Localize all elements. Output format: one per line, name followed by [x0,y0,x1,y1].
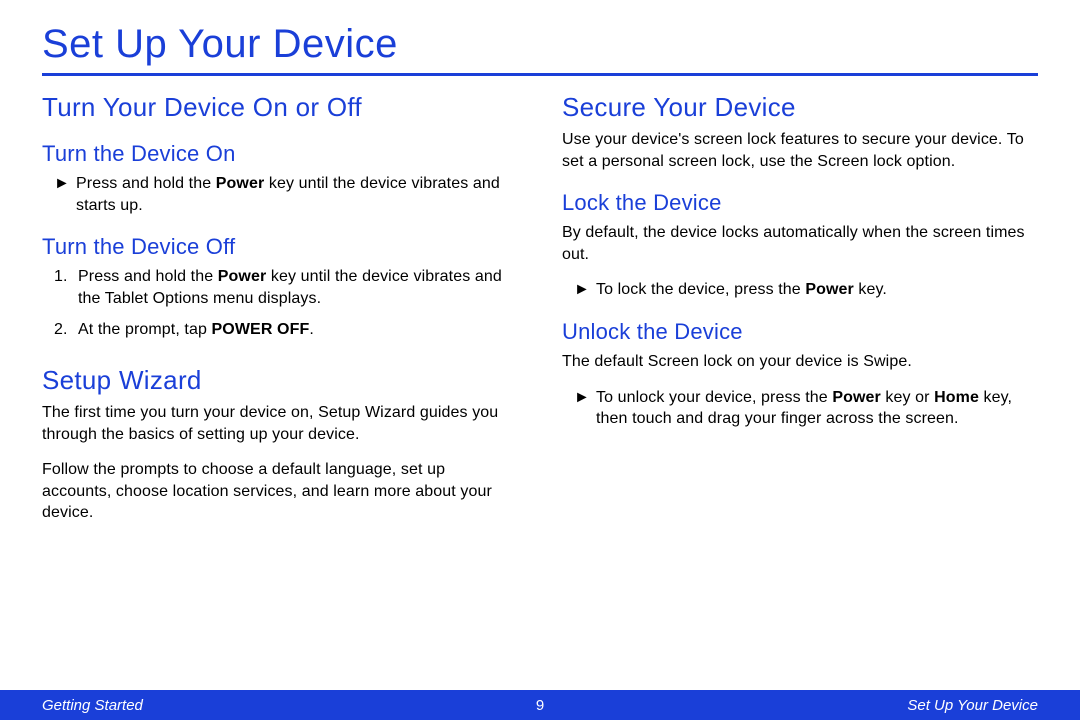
heading-secure-device: Secure Your Device [562,92,1038,123]
step-1: 1. Press and hold the Power key until th… [42,266,518,309]
bullet-text: To unlock your device, press the Power k… [596,387,1038,430]
triangle-icon: ► [54,173,76,216]
triangle-icon: ► [574,387,596,430]
paragraph: The default Screen lock on your device i… [562,351,1038,373]
bullet-turn-on: ► Press and hold the Power key until the… [42,173,518,216]
text-fragment: To lock the device, press the [596,281,805,298]
bold-power-off: POWER OFF [212,321,310,338]
left-column: Turn Your Device On or Off Turn the Devi… [42,86,518,538]
heading-lock-device: Lock the Device [562,190,1038,216]
text-fragment: Press and hold the [76,175,216,192]
paragraph: The first time you turn your device on, … [42,402,518,445]
heading-setup-wizard: Setup Wizard [42,365,518,396]
bold-power: Power [218,268,267,285]
step-2: 2. At the prompt, tap POWER OFF. [42,319,518,341]
footer-topic-name: Set Up Your Device [907,697,1038,714]
text-fragment: At the prompt, tap [78,321,212,338]
page-title: Set Up Your Device [42,22,1038,76]
heading-turn-on: Turn the Device On [42,141,518,167]
bold-power: Power [805,281,854,298]
triangle-icon: ► [574,279,596,301]
heading-unlock-device: Unlock the Device [562,319,1038,345]
text-fragment: Press and hold the [78,268,218,285]
text-fragment: . [309,321,314,338]
page-footer: Getting Started 9 Set Up Your Device [0,690,1080,720]
paragraph: Follow the prompts to choose a default l… [42,459,518,524]
bullet-lock: ► To lock the device, press the Power ke… [562,279,1038,301]
text-fragment: To unlock your device, press the [596,389,832,406]
step-text: Press and hold the Power key until the d… [78,266,518,309]
bullet-text: To lock the device, press the Power key. [596,279,1038,301]
text-fragment: key or [881,389,934,406]
number-marker: 1. [54,266,78,309]
paragraph: Use your device's screen lock features t… [562,129,1038,172]
step-text: At the prompt, tap POWER OFF. [78,319,518,341]
heading-turn-on-off: Turn Your Device On or Off [42,92,518,123]
number-marker: 2. [54,319,78,341]
footer-page-number: 9 [536,697,544,714]
content-columns: Turn Your Device On or Off Turn the Devi… [42,86,1038,538]
bold-home: Home [934,389,979,406]
bullet-text: Press and hold the Power key until the d… [76,173,518,216]
right-column: Secure Your Device Use your device's scr… [562,86,1038,538]
footer-section-name: Getting Started [42,697,143,714]
text-fragment: key. [854,281,887,298]
bold-power: Power [832,389,881,406]
bullet-unlock: ► To unlock your device, press the Power… [562,387,1038,430]
paragraph: By default, the device locks automatical… [562,222,1038,265]
bold-power: Power [216,175,265,192]
heading-turn-off: Turn the Device Off [42,234,518,260]
